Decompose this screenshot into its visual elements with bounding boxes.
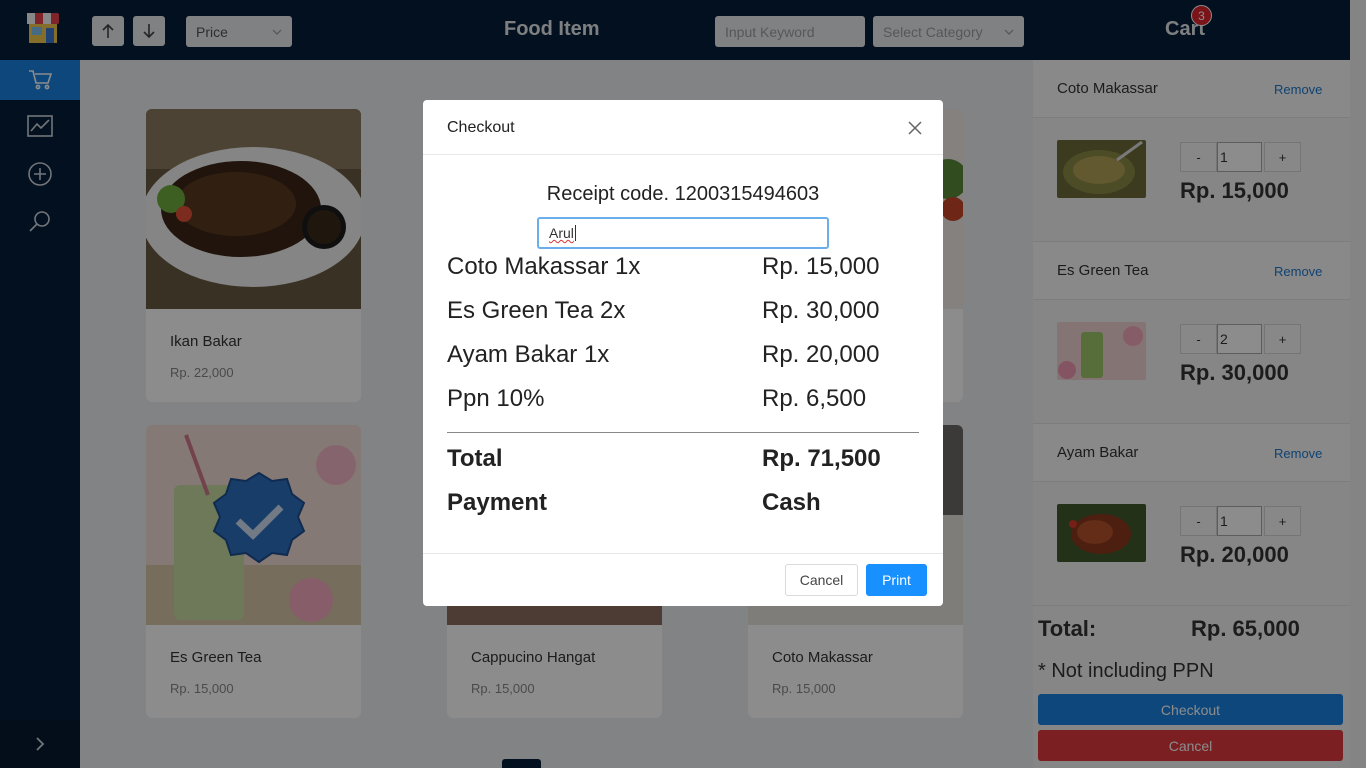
receipt-total-value: Rp. 71,500 xyxy=(762,445,881,472)
receipt-tax-value: Rp. 6,500 xyxy=(762,385,867,412)
receipt-separator xyxy=(447,432,919,433)
print-button[interactable]: Print xyxy=(866,564,927,596)
receipt-tax-label: Ppn 10% xyxy=(447,385,545,412)
receipt-item-label: Ayam Bakar 1x xyxy=(447,341,610,368)
receipt-item-value: Rp. 15,000 xyxy=(762,253,880,280)
customer-name-input[interactable]: Arul xyxy=(537,217,829,249)
receipt-total-label: Total xyxy=(447,445,503,472)
modal-cancel-button[interactable]: Cancel xyxy=(785,564,858,596)
modal-header-divider xyxy=(423,154,943,155)
payment-label: Payment xyxy=(447,489,548,516)
modal-title: Checkout xyxy=(447,119,515,136)
checkout-modal: Checkout Receipt code. 1200315494603 Aru… xyxy=(423,100,943,606)
receipt-item-value: Rp. 30,000 xyxy=(762,297,880,324)
payment-value: Cash xyxy=(762,489,821,516)
receipt-item-label: Coto Makassar 1x xyxy=(447,253,641,280)
receipt-code: Receipt code. 1200315494603 xyxy=(546,183,820,205)
receipt-item-label: Es Green Tea 2x xyxy=(447,297,626,324)
receipt-item-value: Rp. 20,000 xyxy=(762,341,880,368)
app: Price Food Item Input Keyword Select Cat… xyxy=(0,0,1366,768)
customer-name-value: Arul xyxy=(549,225,574,241)
close-icon[interactable] xyxy=(908,121,922,135)
modal-footer-divider xyxy=(423,553,943,554)
text-cursor xyxy=(574,225,576,241)
